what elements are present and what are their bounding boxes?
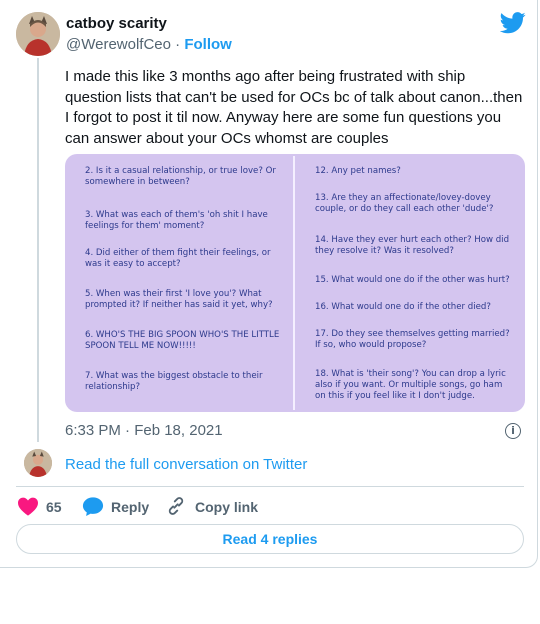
handle-separator: ·: [175, 36, 181, 53]
question-item: 16. What would one do if the other died?: [315, 302, 491, 312]
avatar[interactable]: [16, 12, 60, 56]
question-item: 4. Did either of them fight their feelin…: [85, 248, 271, 270]
question-item: 13. Are they an affectionate/lovey-dovey…: [315, 193, 494, 215]
question-item: 18. What is 'their song'? You can drop a…: [315, 369, 506, 402]
handle-line: @WerewolfCeo · Follow: [66, 36, 232, 53]
small-avatar[interactable]: [24, 449, 52, 477]
like-count[interactable]: 65: [46, 499, 62, 515]
question-item: 2. Is it a casual relationship, or true …: [85, 166, 276, 188]
question-item: 6. WHO'S THE BIG SPOON WHO'S THE LITTLE …: [85, 330, 280, 352]
heart-icon[interactable]: [17, 496, 39, 516]
handle[interactable]: @WerewolfCeo: [66, 36, 171, 53]
question-item: 14. Have they ever hurt each other? How …: [315, 235, 510, 257]
questions-column-right: 12. Any pet names? 13. Are they an affec…: [315, 166, 515, 403]
question-item: 17. Do they see themselves getting marri…: [315, 329, 510, 351]
tweet-image[interactable]: 2. Is it a casual relationship, or true …: [65, 154, 525, 412]
question-item: 3. What was each of them's 'oh shit I ha…: [85, 210, 268, 232]
question-item: 15. What would one do if the other was h…: [315, 275, 510, 285]
thread-line: [37, 58, 39, 442]
display-name[interactable]: catboy scarity: [66, 15, 167, 32]
read-conversation-link[interactable]: Read the full conversation on Twitter: [65, 456, 307, 473]
speech-bubble-icon[interactable]: [82, 496, 104, 517]
image-column-divider: [293, 156, 295, 410]
copy-link-button[interactable]: Copy link: [195, 499, 258, 515]
reply-button[interactable]: Reply: [111, 499, 149, 515]
question-item: 5. When was their first 'I love you'? Wh…: [85, 289, 273, 311]
twitter-bird-icon[interactable]: [500, 12, 526, 34]
link-icon[interactable]: [166, 496, 186, 516]
divider: [16, 486, 524, 487]
questions-column-left: 2. Is it a casual relationship, or true …: [85, 166, 283, 393]
info-icon[interactable]: i: [505, 423, 521, 439]
question-item: 7. What was the biggest obstacle to thei…: [85, 371, 263, 393]
tweet-card: catboy scarity @WerewolfCeo · Follow I m…: [0, 0, 538, 568]
follow-link[interactable]: Follow: [184, 36, 232, 53]
question-item: 12. Any pet names?: [315, 166, 401, 176]
avatar-image: [16, 12, 60, 56]
small-avatar-image: [24, 449, 52, 477]
tweet-text: I made this like 3 months ago after bein…: [65, 68, 523, 147]
timestamp[interactable]: 6:33 PM · Feb 18, 2021: [65, 422, 223, 439]
read-replies-button[interactable]: Read 4 replies: [16, 524, 524, 554]
